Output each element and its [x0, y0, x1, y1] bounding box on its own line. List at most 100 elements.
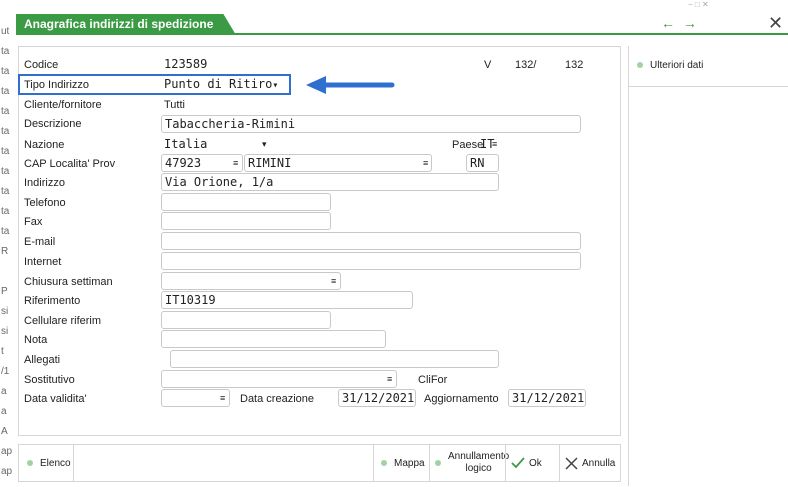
menu-icon[interactable]: ≡ — [387, 374, 392, 384]
chiusura-field[interactable] — [161, 272, 341, 290]
dot-icon — [381, 460, 387, 466]
nav-arrows-icon[interactable]: ← → — [661, 15, 699, 31]
provincia-field[interactable]: RN — [466, 154, 499, 172]
riferimento-field[interactable]: IT10319 — [161, 291, 413, 309]
menu-icon[interactable]: ≡ — [233, 158, 238, 168]
internet-label: Internet — [24, 256, 62, 268]
right-panel-divider — [629, 86, 788, 87]
data-validita-label: Data validita' — [24, 393, 87, 405]
fax-label: Fax — [24, 216, 43, 228]
ok-button[interactable]: Ok — [511, 445, 542, 481]
annulla-button[interactable]: Annulla — [565, 445, 615, 481]
sostitutivo-field[interactable] — [161, 370, 397, 388]
data-creazione-field: 31/12/2021 — [338, 389, 416, 407]
background-window-text: a — [1, 386, 7, 397]
toolbar-divider — [73, 445, 74, 481]
ulteriori-dati-button[interactable]: Ulteriori dati — [637, 60, 703, 71]
allegati-label: Allegati — [24, 354, 61, 366]
annullamento-line1: Annullamento — [448, 451, 510, 462]
annulla-label: Annulla — [582, 457, 616, 469]
elenco-label: Elenco — [40, 457, 71, 469]
nota-field[interactable] — [161, 330, 386, 348]
email-field[interactable] — [161, 232, 581, 250]
aggiornamento-field: 31/12/2021 — [508, 389, 586, 407]
check-icon — [511, 457, 525, 469]
ok-label: Ok — [529, 457, 542, 469]
nazione-select[interactable]: Italia — [164, 137, 207, 151]
chiusura-label: Chiusura settiman — [24, 276, 113, 288]
background-window-text: R — [1, 246, 9, 257]
close-icon — [565, 456, 578, 470]
background-window-text: si — [1, 326, 9, 337]
fax-field[interactable] — [161, 212, 331, 230]
background-window-text: si — [1, 306, 9, 317]
descrizione-field[interactable]: Tabaccheria-Rimini — [161, 115, 581, 133]
tipo-indirizzo-select[interactable]: Punto di Ritiro▾ — [164, 77, 278, 91]
window-controls[interactable]: − □ ✕ — [688, 0, 709, 9]
background-window-text: /1 — [1, 366, 10, 377]
indirizzo-field[interactable]: Via Orione, 1/a — [161, 173, 499, 191]
background-window-text: ta — [1, 86, 10, 97]
background-window-text: ta — [1, 46, 10, 57]
cellulare-field[interactable] — [161, 311, 331, 329]
nota-label: Nota — [24, 334, 48, 346]
annullamento-line2: logico — [465, 463, 492, 474]
version-label: V — [484, 59, 492, 71]
pointer-arrow-icon — [306, 76, 395, 94]
cliente-fornitore-value[interactable]: Tutti — [164, 99, 185, 111]
background-window-text: ta — [1, 166, 10, 177]
mappa-button[interactable]: Mappa — [381, 445, 425, 481]
toolbar-divider — [373, 445, 374, 481]
background-window-text: ta — [1, 66, 10, 77]
window-title-tab: Anagrafica indirizzi di spedizione — [16, 14, 235, 34]
close-icon[interactable]: ✕ — [768, 13, 783, 34]
cliente-fornitore-label: Cliente/fornitore — [24, 99, 102, 111]
annullamento-logico-button[interactable]: Annullamento logico — [435, 445, 509, 481]
background-window-text: ta — [1, 146, 10, 157]
left-background-strip: ut ta ta ta ta ta ta ta ta ta ta R Psi si t/1 a a Aap ap — [0, 22, 12, 487]
header-divider — [16, 33, 788, 35]
background-window-text: ta — [1, 106, 10, 117]
background-window-text: ta — [1, 206, 10, 217]
background-window-text: t — [1, 346, 4, 357]
toolbar-divider — [429, 445, 430, 481]
cellulare-label: Cellulare riferim — [24, 315, 102, 327]
background-window-text: ut — [1, 26, 10, 37]
allegati-field[interactable] — [170, 350, 499, 368]
internet-field[interactable] — [161, 252, 581, 270]
mappa-label: Mappa — [394, 457, 425, 469]
background-window-text: ta — [1, 126, 10, 137]
background-window-text: a — [1, 406, 7, 417]
chevron-down-icon[interactable]: ▾ — [262, 139, 267, 150]
background-window-text: ta — [1, 186, 10, 197]
tipo-indirizzo-label: Tipo Indirizzo — [24, 79, 90, 91]
ulteriori-dati-label: Ulteriori dati — [650, 60, 704, 71]
menu-icon[interactable]: ≡ — [220, 393, 225, 403]
codice-value: 123589 — [164, 57, 208, 71]
menu-icon[interactable]: ≡ — [423, 158, 428, 168]
chevron-down-icon: ▾ — [272, 80, 279, 91]
nazione-label: Nazione — [24, 139, 65, 151]
telefono-field[interactable] — [161, 193, 331, 211]
paese-label: Paese — [452, 139, 484, 151]
localita-field[interactable]: RIMINI — [244, 154, 432, 172]
background-window-text: A — [1, 426, 8, 437]
background-window-text: ap — [1, 466, 12, 477]
codice-label: Codice — [24, 59, 59, 71]
cap-label: CAP Localita' Prov — [24, 158, 116, 170]
elenco-button[interactable]: Elenco — [27, 445, 71, 481]
menu-icon[interactable]: ≡ — [492, 139, 497, 149]
dot-icon — [27, 460, 33, 466]
toolbar-divider — [559, 445, 560, 481]
background-window-text: P — [1, 286, 8, 297]
annullamento-logico-label: Annullamento logico — [448, 451, 509, 475]
background-window-text: ap — [1, 446, 12, 457]
data-creazione-label: Data creazione — [240, 393, 314, 405]
cap-field[interactable]: 47923 — [161, 154, 243, 172]
clifor-label: CliFor — [418, 374, 448, 386]
menu-icon[interactable]: ≡ — [331, 276, 336, 286]
riferimento-label: Riferimento — [24, 295, 81, 307]
version-number: 132/ — [515, 59, 537, 71]
aggiornamento-label: Aggiornamento — [424, 393, 499, 405]
sostitutivo-label: Sostitutivo — [24, 374, 75, 386]
